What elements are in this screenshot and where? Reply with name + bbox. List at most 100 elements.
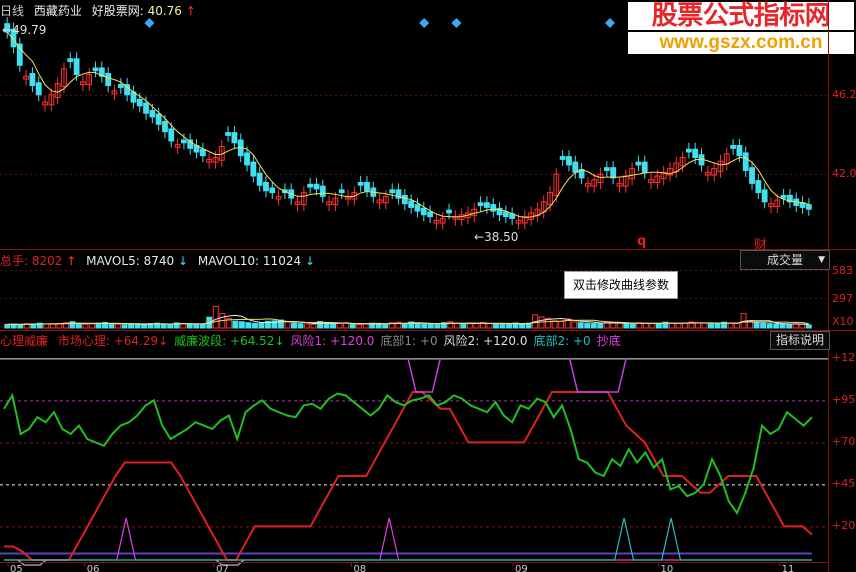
- indicator-item: 风险2: +120.0: [443, 334, 528, 348]
- candle-body: [490, 204, 497, 212]
- candle-body: [357, 181, 364, 186]
- price-ma-line: [6, 31, 809, 218]
- high-annotation: ←49.79: [2, 23, 46, 37]
- signal-diamond: [419, 18, 430, 28]
- volume-bar: [304, 323, 310, 329]
- volume-bar: [773, 323, 780, 329]
- candle-body: [92, 67, 99, 72]
- volume-bar: [577, 322, 584, 329]
- high-arrow-icon: ←: [2, 23, 13, 37]
- volume-bar: [4, 323, 11, 329]
- volume-bar: [506, 323, 512, 329]
- volume-bar: [128, 323, 135, 329]
- candle-body: [250, 161, 257, 177]
- volume-bar: [245, 322, 252, 329]
- volume-bar: [160, 323, 167, 329]
- volume-bar: [590, 322, 597, 329]
- volume-bar: [655, 323, 662, 329]
- volume-bar: [519, 323, 526, 329]
- risk2-plateau: [407, 358, 442, 393]
- candle-body: [263, 181, 269, 192]
- volume-bar: [141, 323, 148, 329]
- volume-bar: [17, 324, 24, 329]
- volume-bar: [193, 323, 200, 329]
- candle-body: [269, 187, 276, 194]
- volume-bar: [734, 322, 741, 329]
- volume-bar: [805, 324, 812, 329]
- volume-bar: [799, 323, 806, 329]
- volume-bar: [427, 323, 434, 329]
- indicator-item: 市场心理: +64.29↓: [57, 334, 169, 348]
- x-tick-label: 11: [782, 564, 795, 572]
- chevron-down-icon: ▼: [818, 255, 825, 265]
- candle-body: [168, 128, 175, 142]
- volume-bar: [558, 321, 565, 329]
- candle-body: [730, 145, 736, 149]
- volume-bar: [694, 322, 701, 329]
- volume-bar: [701, 322, 708, 329]
- candle-body: [559, 156, 566, 160]
- mavol5-arrow: ↓: [177, 254, 189, 268]
- candle-body: [742, 152, 749, 171]
- volume-bar: [284, 321, 291, 329]
- candle-body: [338, 189, 345, 194]
- candle-body: [35, 82, 42, 96]
- volume-bar: [401, 323, 408, 329]
- candle-body: [427, 211, 433, 218]
- volume-bar: [616, 322, 623, 329]
- x-tick-label: 07: [216, 564, 229, 572]
- volume-bar: [290, 322, 297, 329]
- indicator-tick: +70: [832, 435, 856, 449]
- candle-body: [686, 148, 692, 153]
- indicator-tick: +120: [832, 351, 856, 365]
- candle-body: [635, 161, 642, 166]
- indicator-item: 风险1: +120.0: [290, 334, 375, 348]
- volume-bar: [167, 323, 174, 329]
- mavol5-label: MAVOL5:: [86, 254, 140, 268]
- volume-bar: [238, 321, 245, 329]
- volume-bar: [486, 322, 493, 329]
- volume-indicator-dropdown[interactable]: 成交量 ▼: [740, 250, 830, 270]
- candle-body: [256, 172, 263, 186]
- volume-bar: [108, 322, 115, 329]
- volume-bar: [629, 323, 636, 329]
- curve-params-tooltip: 双击修改曲线参数: [564, 271, 678, 299]
- volume-bar: [356, 324, 363, 329]
- volume-bar: [708, 323, 714, 329]
- indicator-name[interactable]: 心理威廉: [0, 334, 48, 348]
- candle-body: [755, 180, 762, 194]
- volume-bar: [766, 323, 773, 329]
- candle-body: [29, 73, 36, 87]
- volume-bar: [349, 323, 356, 329]
- volume-tick-x10: X10: [832, 315, 854, 328]
- indicator-help-button[interactable]: 指标说明: [770, 331, 830, 350]
- candle-body: [484, 202, 490, 208]
- signal-diamond: [144, 18, 155, 28]
- candle-body: [414, 204, 421, 212]
- volume-bar: [499, 323, 506, 329]
- candle-body: [313, 183, 320, 190]
- ma5-line: [6, 31, 809, 218]
- volume-bar: [88, 323, 95, 329]
- event-marker-q[interactable]: q: [637, 234, 646, 249]
- indicator-item: 抄底: [596, 334, 621, 348]
- series-市场心理: [4, 391, 813, 561]
- candle-body: [225, 132, 231, 136]
- series-威廉波段: [3, 392, 813, 516]
- indicator-tick: +95: [832, 393, 856, 407]
- candle-body: [364, 181, 370, 192]
- candle-body: [446, 209, 452, 214]
- high-value: 49.79: [12, 23, 47, 37]
- chart-canvas[interactable]: 05 06 07 08 09 10 11: [0, 0, 856, 572]
- indicator-lines: [3, 358, 813, 566]
- candle-body: [162, 121, 168, 133]
- mavol10-value: 11024: [262, 254, 302, 268]
- volume-bar: [668, 322, 675, 329]
- candle-body: [761, 189, 768, 203]
- candle-body: [477, 202, 484, 207]
- volume-bars: [4, 305, 812, 329]
- candle-body: [502, 211, 509, 218]
- mavol10-label: MAVOL10:: [197, 254, 260, 268]
- volume-bar: [232, 320, 239, 329]
- volume-bar: [460, 323, 467, 329]
